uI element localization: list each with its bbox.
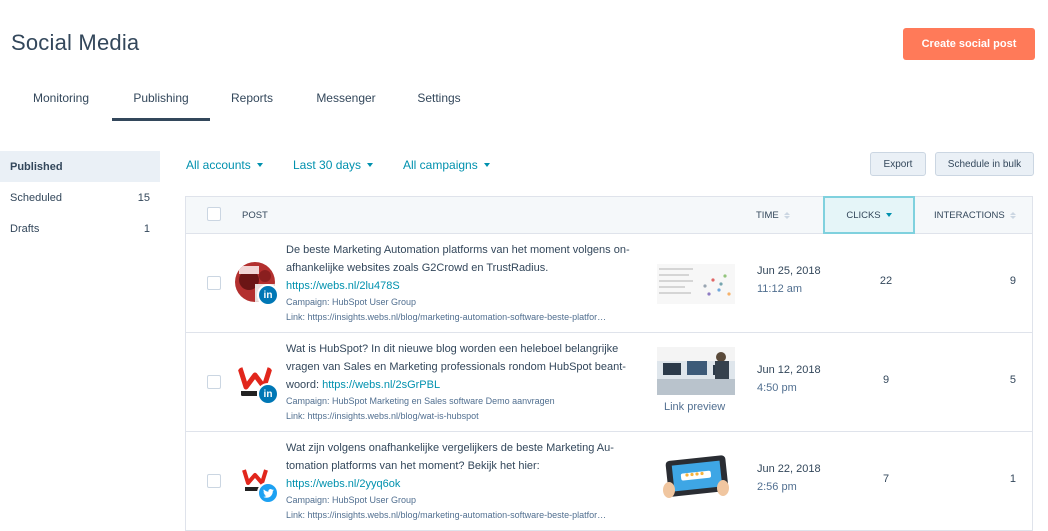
sidebar-item-published[interactable]: Published (0, 151, 160, 182)
tab-messenger[interactable]: Messenger (304, 80, 388, 118)
table-row[interactable]: in De beste Marketing Automation platfor… (186, 234, 1032, 333)
column-header-label: INTERACTIONS (934, 209, 1005, 221)
tab-publishing[interactable]: Publishing (112, 80, 210, 121)
office-photo-thumbnail (657, 347, 735, 395)
accounts-filter-dropdown[interactable]: All accounts (186, 158, 263, 172)
table-header: POST TIME CLICKS INTERACTIONS (186, 196, 1032, 234)
post-date: Jun 25, 2018 (757, 265, 821, 277)
chart-thumbnail (657, 264, 735, 304)
sidebar-item-drafts[interactable]: Drafts 1 (0, 213, 160, 244)
campaigns-filter-label: All campaigns (403, 158, 478, 172)
campaign-label: Campaign: HubSpot User Group (286, 495, 417, 505)
twitter-icon (257, 482, 279, 504)
post-date: Jun 12, 2018 (757, 364, 821, 376)
sidebar-item-label: Scheduled (10, 191, 62, 204)
column-header-time[interactable]: TIME (756, 197, 790, 233)
interactions-count: 5 (1009, 374, 1016, 386)
posts-table: POST TIME CLICKS INTERACTIONS in De best… (185, 196, 1033, 531)
row-checkbox[interactable] (207, 375, 221, 389)
column-header-post: POST (242, 197, 268, 233)
tab-reports[interactable]: Reports (220, 80, 284, 118)
linkedin-icon: in (257, 284, 279, 306)
interactions-count: 1 (1009, 473, 1016, 485)
post-text: De beste Marketing Automation platforms … (286, 241, 654, 295)
date-range-filter-dropdown[interactable]: Last 30 days (293, 158, 374, 172)
link-meta: Link: https://insights.webs.nl/blog/wat-… (286, 411, 479, 421)
account-avatar (235, 460, 279, 504)
account-avatar: in (235, 262, 279, 306)
column-header-interactions[interactable]: INTERACTIONS (934, 197, 1016, 233)
sort-icon (783, 211, 790, 219)
accounts-filter-label: All accounts (186, 158, 251, 172)
schedule-in-bulk-button[interactable]: Schedule in bulk (935, 152, 1034, 176)
clicks-count: 22 (879, 275, 893, 287)
sidebar-item-count: 1 (143, 222, 150, 235)
chevron-down-icon (367, 163, 374, 167)
tablet-rating-thumbnail (657, 454, 735, 502)
campaigns-filter-dropdown[interactable]: All campaigns (403, 158, 490, 172)
clicks-count: 7 (882, 473, 890, 485)
table-row[interactable]: Wat zijn volgens onafhankelijke vergelij… (186, 432, 1032, 530)
select-all-checkbox[interactable] (207, 207, 221, 221)
sidebar-item-label: Published (10, 160, 63, 173)
column-header-label: TIME (756, 209, 779, 221)
account-avatar: in (235, 361, 279, 405)
campaign-label: Campaign: HubSpot Marketing en Sales sof… (286, 396, 555, 406)
post-body: Wat zijn volgens onafhankelijke vergelij… (286, 442, 614, 472)
sidebar-item-label: Drafts (10, 222, 40, 235)
chevron-down-icon (483, 163, 490, 167)
chevron-down-icon (256, 163, 263, 167)
post-time: 11:12 am (757, 283, 803, 295)
sort-descending-icon (885, 213, 892, 217)
column-header-label: POST (242, 209, 268, 221)
sidebar-item-count: 15 (137, 191, 150, 204)
create-social-post-button[interactable]: Create social post (903, 28, 1035, 60)
export-button[interactable]: Export (870, 152, 926, 176)
tab-monitoring[interactable]: Monitoring (20, 80, 102, 118)
post-text: Wat zijn volgens onafhankelijke vergelij… (286, 439, 654, 493)
link-preview-label[interactable]: Link preview (664, 401, 725, 413)
clicks-count: 9 (882, 374, 890, 386)
post-link[interactable]: https://webs.nl/2sGrPBL (322, 379, 440, 391)
link-meta: Link: https://insights.webs.nl/blog/mark… (286, 312, 607, 322)
post-text: Wat is HubSpot? In dit nieuwe blog worde… (286, 340, 654, 394)
post-time: 2:56 pm (757, 481, 797, 493)
post-time: 4:50 pm (757, 382, 797, 394)
tab-settings[interactable]: Settings (406, 80, 472, 118)
linkedin-icon: in (257, 383, 279, 405)
date-range-filter-label: Last 30 days (293, 158, 362, 172)
post-body: De beste Marketing Automation platforms … (286, 244, 630, 274)
sort-icon (1009, 211, 1016, 219)
column-header-clicks[interactable]: CLICKS (823, 196, 915, 234)
page-title: Social Media (11, 30, 140, 55)
table-row[interactable]: in Wat is HubSpot? In dit nieuwe blog wo… (186, 333, 1032, 432)
link-meta: Link: https://insights.webs.nl/blog/mark… (286, 510, 607, 520)
column-header-label: CLICKS (846, 209, 881, 221)
row-checkbox[interactable] (207, 474, 221, 488)
tab-bar: Monitoring Publishing Reports Messenger … (0, 80, 1048, 121)
post-date: Jun 22, 2018 (757, 463, 821, 475)
sidebar: Published Scheduled 15 Drafts 1 (0, 151, 160, 244)
campaign-label: Campaign: HubSpot User Group (286, 297, 417, 307)
interactions-count: 9 (1009, 275, 1016, 287)
sidebar-item-scheduled[interactable]: Scheduled 15 (0, 182, 160, 213)
post-link[interactable]: https://webs.nl/2yyq6ok (286, 478, 400, 490)
row-checkbox[interactable] (207, 276, 221, 290)
post-link[interactable]: https://webs.nl/2lu478S (286, 280, 400, 292)
